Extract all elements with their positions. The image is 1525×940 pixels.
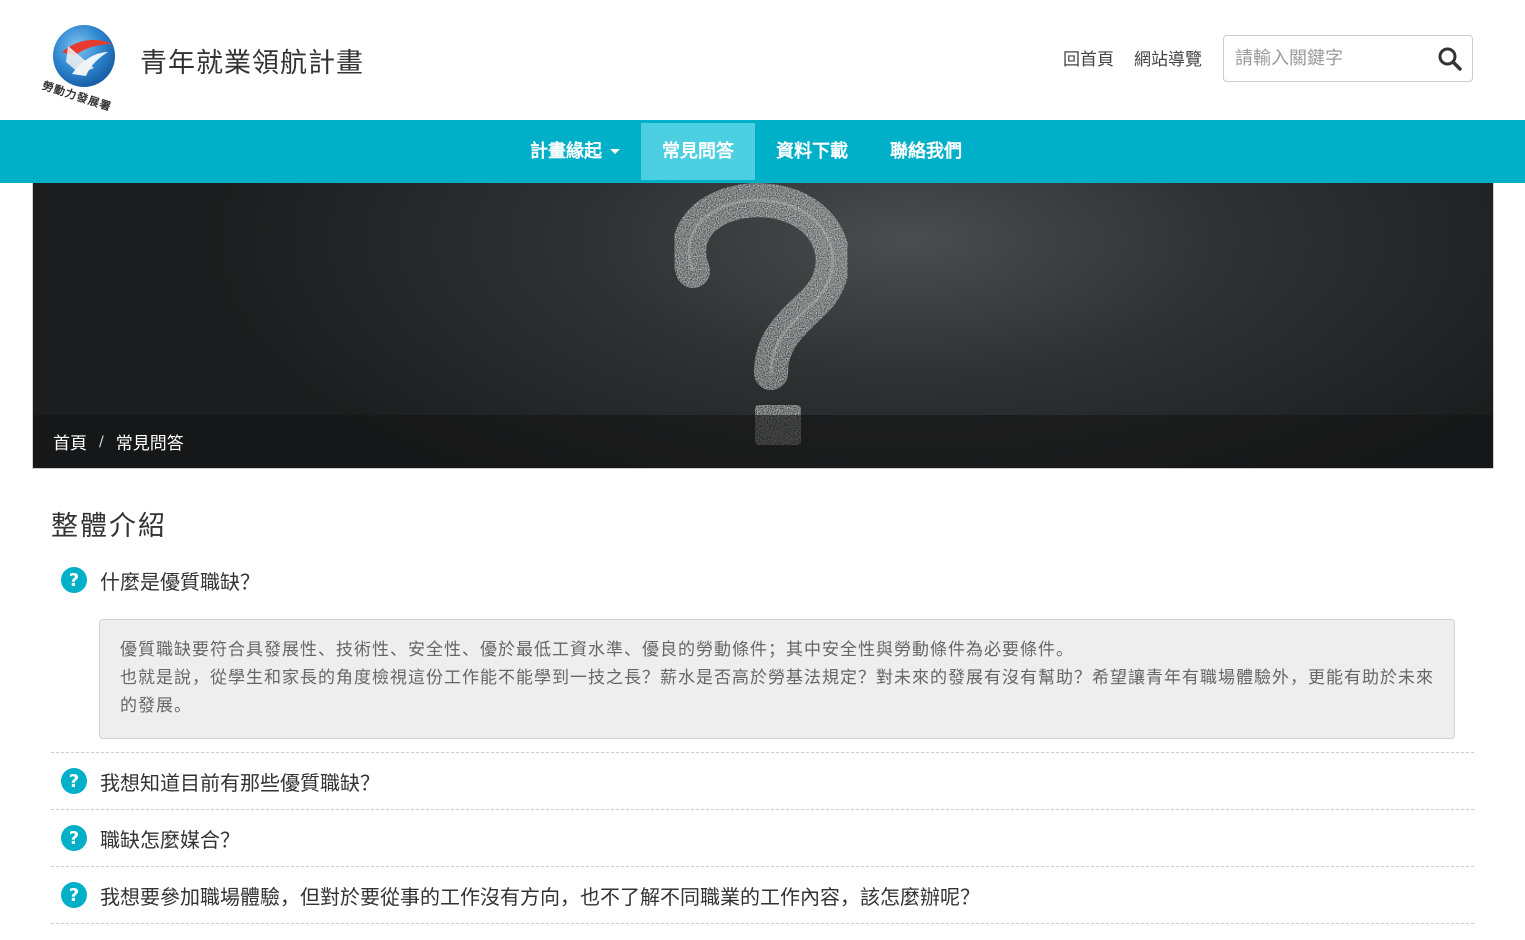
question-circle-icon: ? bbox=[61, 567, 87, 593]
site-title[interactable]: 青年就業領航計畫 bbox=[140, 44, 364, 84]
faq-answer-line: 也就是說，從學生和家長的角度檢視這份工作能不能學到一技之長？薪水是否高於勞基法規… bbox=[120, 668, 1434, 716]
top-utility-links: 回首頁 網站導覽 bbox=[1063, 48, 1202, 72]
faq-question-text: 職缺怎麼媒合？ bbox=[100, 827, 240, 852]
question-circle-icon: ? bbox=[61, 882, 87, 908]
caret-down-icon bbox=[610, 149, 620, 154]
logo-emblem-icon: 勞動力發展署 bbox=[41, 25, 115, 114]
section-title: 整體介紹 bbox=[51, 511, 167, 542]
faq-question[interactable]: ? 我想要參加職場體驗，但對於要從事的工作沒有方向，也不了解不同職業的工作內容，… bbox=[51, 867, 1474, 923]
faq-question[interactable]: ? 我想知道目前有那些優質職缺？ bbox=[51, 753, 1474, 809]
faq-answer: 優質職缺要符合具發展性、技術性、安全性、優於最低工資水準、優良的勞動條件；其中安… bbox=[99, 619, 1455, 739]
nav-item-downloads[interactable]: 資料下載 bbox=[755, 123, 869, 180]
site-header: 勞動力發展署 青年就業領航計畫 回首頁 網站導覽 bbox=[0, 0, 1525, 120]
nav-item-label: 資料下載 bbox=[776, 141, 848, 162]
search-box bbox=[1223, 35, 1473, 82]
nav-item-label: 聯絡我們 bbox=[890, 141, 962, 162]
faq-item: ? 我想知道目前有那些優質職缺？ bbox=[51, 753, 1474, 810]
breadcrumb-current: 常見問答 bbox=[115, 434, 184, 454]
search-button[interactable] bbox=[1436, 45, 1464, 73]
faq-question[interactable]: ? 什麼是優質職缺？ bbox=[51, 553, 1474, 607]
site-logo[interactable]: 勞動力發展署 bbox=[36, 22, 132, 114]
faq-item: ? 我想要參加職場體驗，但對於要從事的工作沒有方向，也不了解不同職業的工作內容，… bbox=[51, 867, 1474, 924]
breadcrumb-home[interactable]: 首頁 bbox=[53, 429, 87, 454]
faq-item: ? 職缺怎麼媒合？ bbox=[51, 810, 1474, 867]
question-circle-icon: ? bbox=[61, 768, 87, 794]
search-input[interactable] bbox=[1224, 36, 1429, 81]
main-navbar: 計畫緣起 常見問答 資料下載 聯絡我們 bbox=[0, 120, 1525, 183]
svg-text:?: ? bbox=[69, 570, 79, 591]
nav-item-contact[interactable]: 聯絡我們 bbox=[869, 123, 983, 180]
page-banner: 首頁 / 常見問答 bbox=[32, 183, 1494, 469]
nav-menu: 計畫緣起 常見問答 資料下載 聯絡我們 bbox=[509, 123, 983, 180]
breadcrumb-separator: / bbox=[99, 433, 104, 450]
nav-item-label: 常見問答 bbox=[662, 141, 734, 162]
faq-answer-line: 優質職缺要符合具發展性、技術性、安全性、優於最低工資水準、優良的勞動條件；其中安… bbox=[120, 640, 1074, 660]
svg-text:?: ? bbox=[69, 828, 79, 849]
nav-item-plan-origin[interactable]: 計畫緣起 bbox=[509, 123, 641, 180]
faq-question-text: 什麼是優質職缺？ bbox=[100, 569, 260, 594]
nav-item-faq[interactable]: 常見問答 bbox=[641, 123, 755, 180]
svg-text:?: ? bbox=[69, 885, 79, 906]
svg-text:?: ? bbox=[69, 771, 79, 792]
nav-item-label: 計畫緣起 bbox=[530, 141, 602, 162]
home-link[interactable]: 回首頁 bbox=[1063, 48, 1114, 72]
faq-item: ? 什麼是優質職缺？ 優質職缺要符合具發展性、技術性、安全性、優於最低工資水準、… bbox=[51, 553, 1474, 753]
faq-question-text: 我想要參加職場體驗，但對於要從事的工作沒有方向，也不了解不同職業的工作內容，該怎… bbox=[100, 884, 980, 909]
faq-question-text: 我想知道目前有那些優質職缺？ bbox=[100, 770, 380, 795]
faq-question[interactable]: ? 職缺怎麼媒合？ bbox=[51, 810, 1474, 866]
sitemap-link[interactable]: 網站導覽 bbox=[1134, 48, 1202, 72]
breadcrumb: 首頁 / 常見問答 bbox=[33, 415, 1493, 468]
faq-list: ? 什麼是優質職缺？ 優質職缺要符合具發展性、技術性、安全性、優於最低工資水準、… bbox=[51, 553, 1474, 924]
search-icon bbox=[1438, 47, 1462, 71]
question-circle-icon: ? bbox=[61, 825, 87, 851]
